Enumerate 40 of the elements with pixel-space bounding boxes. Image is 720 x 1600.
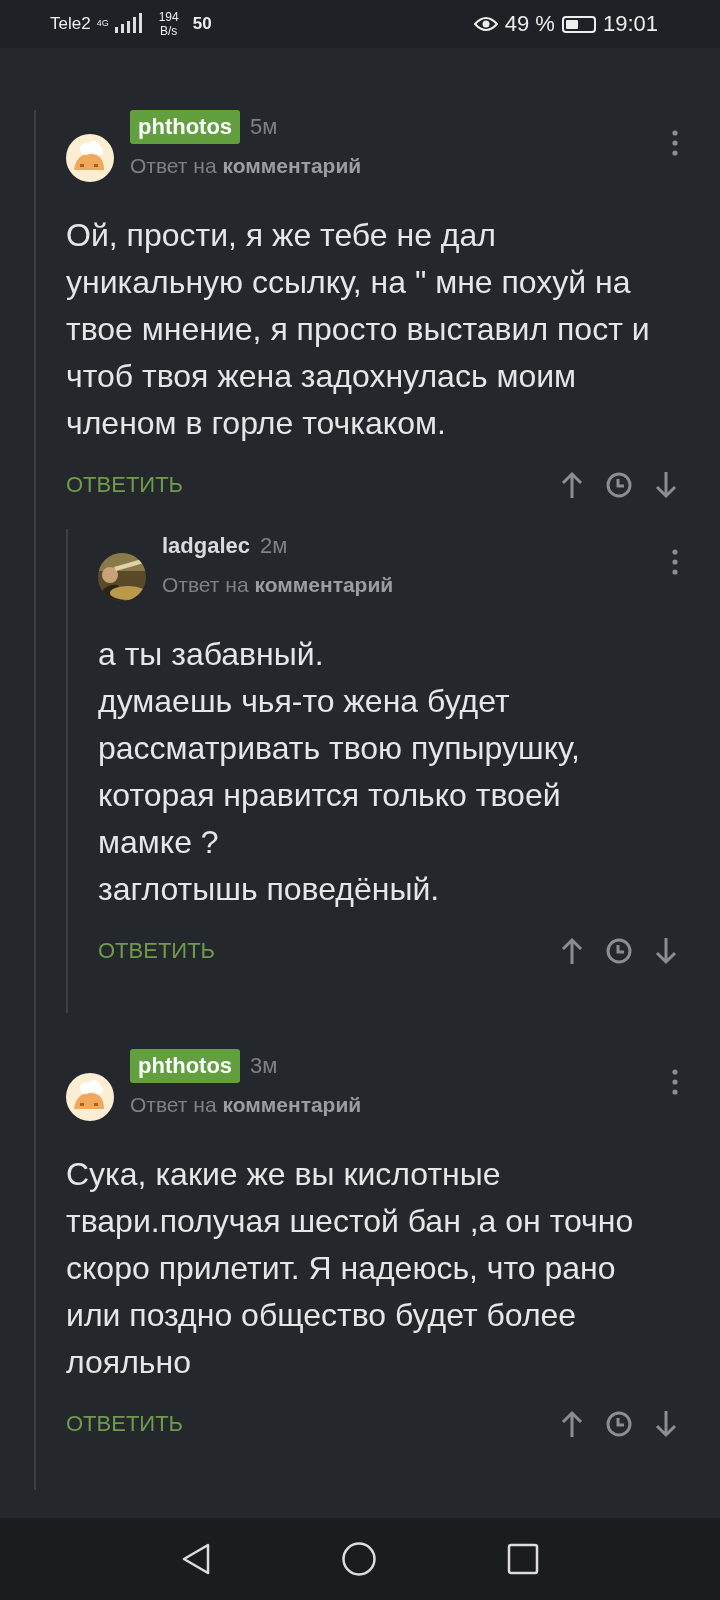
clock-time: 19:01 <box>602 11 658 37</box>
comment-text: а ты забавный. думаешь чья-то жена будет рассматривать твою пупырушку, которая нравится только твоей мамке ? заглотышь поведёный. <box>98 635 581 909</box>
reply-button[interactable]: ОТВЕТИТЬ <box>66 1411 184 1437</box>
home-icon[interactable] <box>341 1541 377 1577</box>
signal-icon <box>114 13 145 35</box>
arrow-up-icon[interactable] <box>560 471 584 499</box>
username[interactable]: ladgalec <box>162 529 251 563</box>
speed-unit: B/s <box>160 24 178 38</box>
arrow-down-icon[interactable] <box>654 937 678 965</box>
username[interactable]: phthotos <box>130 110 241 144</box>
arrow-down-icon[interactable] <box>654 1410 678 1438</box>
timestamp: 5м <box>250 114 278 140</box>
speed-value: 194 <box>158 10 179 24</box>
comment-text: Сука, какие же вы кислотные твари.получая шестой бан ,а он точно скоро прилетит. Я надеюсь, что рано или поздно общество будет более лояльно <box>66 1155 635 1382</box>
more-options-icon[interactable] <box>672 130 678 156</box>
more-options-icon[interactable] <box>672 549 678 575</box>
battery-percent: 49 % <box>504 11 555 37</box>
more-options-icon[interactable] <box>672 1069 678 1095</box>
clock-icon[interactable] <box>606 472 632 498</box>
battery-icon <box>561 15 596 33</box>
reply-button[interactable]: ОТВЕТИТЬ <box>66 472 184 498</box>
back-icon[interactable] <box>181 1542 211 1576</box>
arrow-up-icon[interactable] <box>560 1410 584 1438</box>
comment-text: Ой, прости, я же тебе не дал уникальную ссылку, на " мне похуй на твое мнение, я просто выставил пост и чтоб твоя жена задохнулась моим членом в горле точкаком. <box>66 216 651 443</box>
carrier-name: Tele2 <box>50 14 91 34</box>
timestamp: 2м <box>260 533 288 559</box>
timestamp: 3м <box>250 1053 278 1079</box>
reply-to-text: Ответ на комментарий <box>130 1093 363 1117</box>
clock-icon[interactable] <box>606 938 632 964</box>
eye-icon <box>473 16 498 32</box>
reply-button[interactable]: ОТВЕТИТЬ <box>98 938 216 964</box>
username[interactable]: phthotos <box>130 1049 241 1083</box>
clock-icon[interactable] <box>606 1411 632 1437</box>
reply-to-text: Ответ на комментарий <box>162 573 395 597</box>
arrow-up-icon[interactable] <box>560 937 584 965</box>
reply-to-text: Ответ на комментарий <box>130 154 363 178</box>
arrow-down-icon[interactable] <box>654 471 678 499</box>
notification-count: 50 <box>192 14 212 34</box>
network-type: 4G <box>96 18 109 28</box>
recent-apps-icon[interactable] <box>507 1543 539 1575</box>
